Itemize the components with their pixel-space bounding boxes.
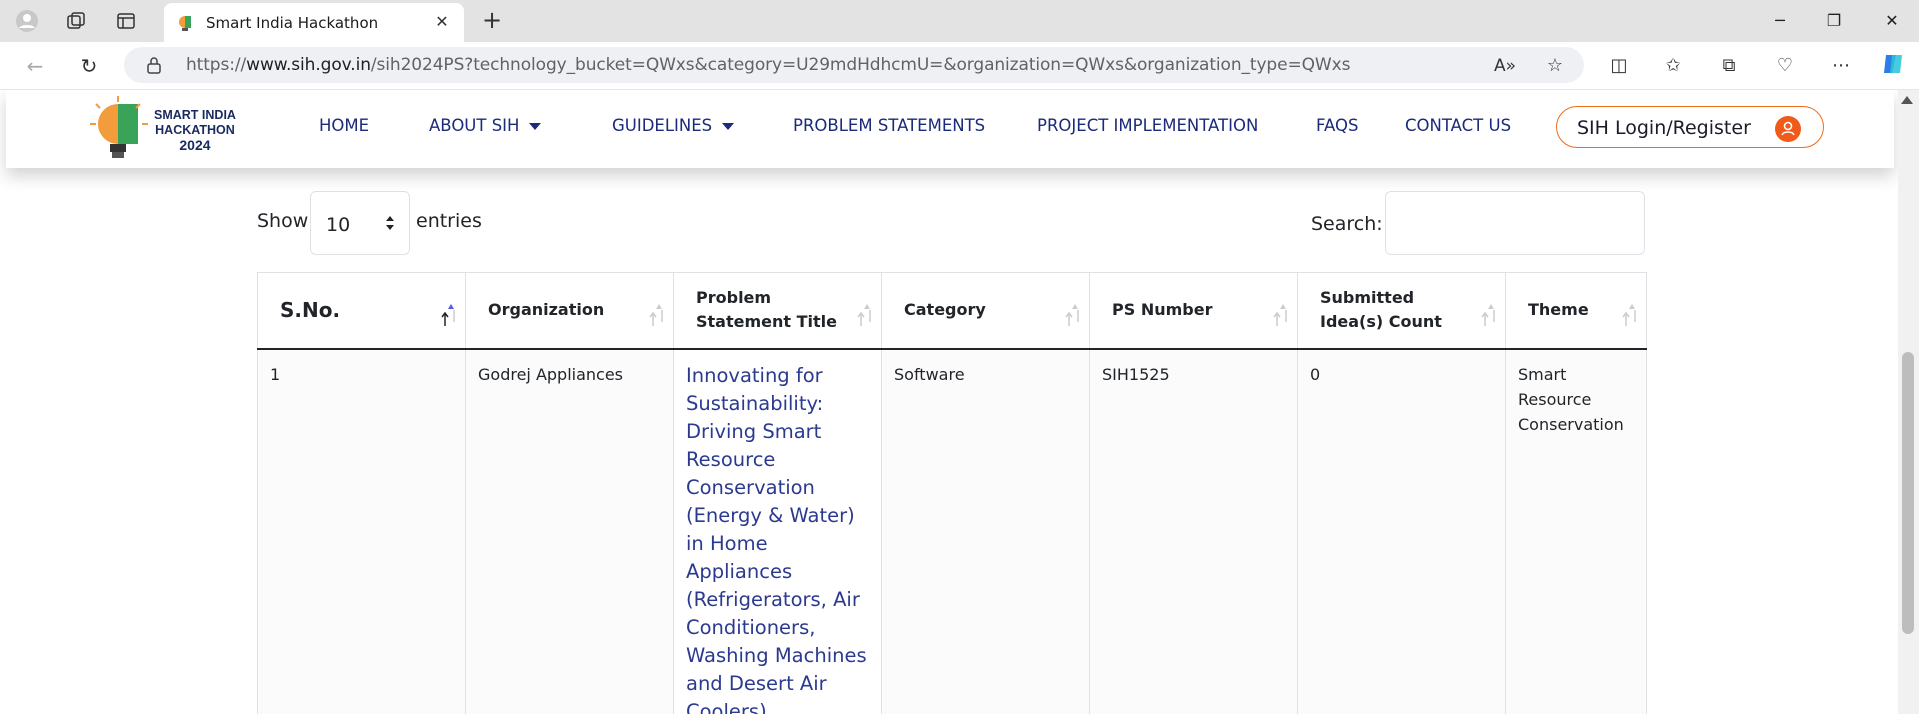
cell-theme: Smart Resource Conservation [1505,348,1647,714]
cell-sno: 1 [257,348,466,714]
cell-organization: Godrej Appliances [465,348,674,714]
entries-label: entries [416,210,482,232]
show-label: Show [257,210,309,232]
favorites-icon[interactable]: ✩ [1658,51,1688,81]
lightbulb-logo-icon [90,96,148,158]
web-page: SMART INDIA HACKATHON 2024 HOME ABOUT SI… [0,90,1898,714]
address-bar[interactable]: https://www.sih.gov.in/sih2024PS?technol… [124,47,1584,83]
sort-ascending-icon [441,304,455,326]
sort-icon [1622,304,1636,326]
entries-per-page-select[interactable]: 10 [310,191,410,255]
tab-smart-india-hackathon[interactable]: Smart India Hackathon ✕ [164,3,464,42]
user-icon [1775,116,1801,142]
nav-faqs[interactable]: FAQS [1316,116,1358,135]
column-header-category[interactable]: Category [881,272,1090,350]
lock-icon [147,57,161,74]
more-options-icon[interactable]: ⋯ [1826,51,1856,81]
close-window-icon[interactable]: ✕ [1872,7,1912,35]
nav-home[interactable]: HOME [319,116,369,135]
column-header-organization[interactable]: Organization [465,272,674,350]
scroll-up-arrow-icon[interactable] [1901,96,1913,104]
cell-ps-number: SIH1525 [1089,348,1298,714]
table-row: 1 Godrej Appliances Innovating for Susta… [257,348,1647,714]
tab-actions-icon[interactable] [112,7,140,35]
sort-icon [1273,304,1287,326]
logo-text: SMART INDIA HACKATHON 2024 [154,108,236,153]
restore-icon[interactable]: ❐ [1814,7,1854,35]
read-aloud-icon[interactable]: A» [1490,51,1520,81]
entries-value: 10 [326,214,351,236]
column-header-idea-count[interactable]: Submitted Idea(s) Count [1297,272,1506,350]
column-header-theme[interactable]: Theme [1505,272,1647,350]
favorite-star-icon[interactable]: ☆ [1540,51,1570,81]
search-label: Search: [1311,213,1383,235]
nav-project-implementation[interactable]: PROJECT IMPLEMENTATION [1037,116,1258,135]
chevron-down-icon [722,123,735,130]
sort-icon [857,304,871,326]
sort-icon [1481,304,1495,326]
tab-title: Smart India Hackathon [206,14,379,32]
cell-category: Software [881,348,1090,714]
browser-essentials-icon[interactable]: ♡ [1770,51,1800,81]
nav-about-sih[interactable]: ABOUT SIH [429,116,542,135]
sort-icon [649,304,663,326]
chevron-down-icon [529,123,542,130]
scrollbar-thumb[interactable] [1902,352,1914,634]
sort-icon [1065,304,1079,326]
close-tab-icon[interactable]: ✕ [430,10,454,34]
search-input[interactable] [1385,191,1645,255]
select-arrows-icon [386,216,394,230]
table-header-row: S.No. Organization Problem Statement Tit… [257,272,1647,350]
cell-problem-title-link[interactable]: Innovating for Sustainability: Driving S… [673,348,882,714]
new-tab-icon[interactable]: + [478,7,506,35]
back-icon[interactable]: ← [20,51,50,81]
column-header-title[interactable]: Problem Statement Title [673,272,882,350]
browser-tab-bar: Smart India Hackathon ✕ + ─ ❐ ✕ [0,0,1919,42]
problem-statements-table: S.No. Organization Problem Statement Tit… [257,272,1647,714]
sih-favicon-icon [179,16,191,31]
nav-guidelines[interactable]: GUIDELINES [612,116,735,135]
cell-idea-count: 0 [1297,348,1506,714]
collections-icon[interactable]: ⧉ [1714,51,1744,81]
workspaces-icon[interactable] [62,7,90,35]
sih-logo[interactable]: SMART INDIA HACKATHON 2024 [88,94,248,164]
url-text: https://www.sih.gov.in/sih2024PS?technol… [186,55,1351,75]
refresh-icon[interactable]: ↻ [74,51,104,81]
minimize-icon[interactable]: ─ [1760,7,1800,35]
copilot-icon[interactable] [1878,51,1908,81]
nav-contact-us[interactable]: CONTACT US [1405,116,1511,135]
split-screen-icon[interactable]: ◫ [1604,51,1634,81]
column-header-sno[interactable]: S.No. [257,272,466,350]
login-register-button[interactable]: SIH Login/Register [1556,106,1824,148]
site-header: SMART INDIA HACKATHON 2024 HOME ABOUT SI… [6,90,1894,168]
browser-toolbar: ← ↻ https://www.sih.gov.in/sih2024PS?tec… [0,42,1919,90]
column-header-ps-number[interactable]: PS Number [1089,272,1298,350]
nav-problem-statements[interactable]: PROBLEM STATEMENTS [793,116,985,135]
login-register-label: SIH Login/Register [1577,117,1751,139]
profile-icon[interactable] [13,7,41,35]
